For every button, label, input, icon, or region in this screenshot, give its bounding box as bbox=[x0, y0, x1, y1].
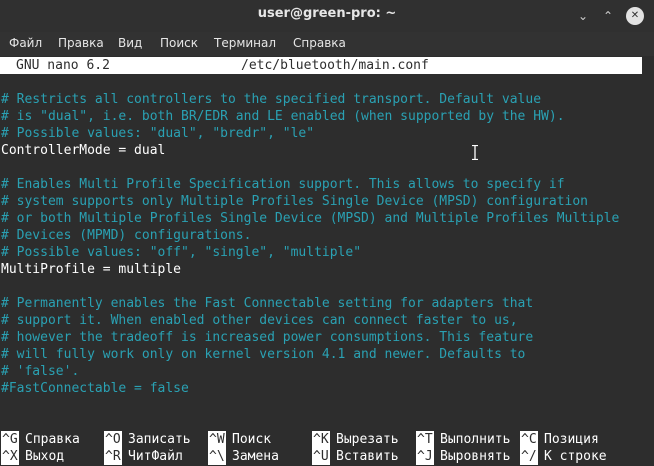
comment-line: # Possible values: "dual", "bredr", "le" bbox=[1, 126, 315, 141]
shortcut-label: К строке bbox=[544, 449, 607, 464]
shortcut-key: ^O bbox=[104, 431, 122, 448]
setting-line: MultiProfile = multiple bbox=[1, 262, 182, 277]
comment-line: # system supports only Multiple Profiles… bbox=[1, 194, 588, 209]
comment-line: # Possible values: "off", "single", "mul… bbox=[1, 245, 362, 260]
menu-terminal[interactable]: Терминал bbox=[214, 36, 276, 50]
comment-line: # Permanently enables the Fast Connectab… bbox=[1, 296, 534, 311]
menu-bar: Файл Правка Вид Поиск Терминал Справка bbox=[0, 32, 654, 56]
comment-line: # Restricts all controllers to the speci… bbox=[1, 92, 542, 107]
shortcut-label: Позиция bbox=[544, 432, 599, 447]
menu-help[interactable]: Справка bbox=[293, 36, 346, 50]
close-icon[interactable]: ✕ bbox=[626, 7, 644, 25]
menu-search[interactable]: Поиск bbox=[160, 36, 198, 50]
shortcut-label: Выход bbox=[25, 449, 65, 464]
terminal-window: user@green-pro: ~ ⌄ ⌃ ✕ Файл Правка Вид … bbox=[0, 0, 654, 466]
menu-view[interactable]: Вид bbox=[118, 36, 142, 50]
menu-file[interactable]: Файл bbox=[9, 36, 42, 50]
shortcut-key: ^X bbox=[1, 448, 19, 465]
scrollbar[interactable] bbox=[649, 56, 654, 466]
shortcut-key: ^K bbox=[312, 431, 330, 448]
shortcut-key: ^\ bbox=[208, 448, 226, 465]
comment-line: # support it. When enabled other devices… bbox=[1, 313, 518, 328]
shortcut-key: ^U bbox=[312, 448, 330, 465]
terminal-area[interactable]: GNU nano 6.2 /etc/bluetooth/main.conf # … bbox=[0, 56, 654, 466]
menu-edit[interactable]: Правка bbox=[58, 36, 104, 50]
shortcut-key: ^T bbox=[416, 431, 434, 448]
shortcut-key: ^W bbox=[208, 431, 226, 448]
comment-line: # Enables Multi Profile Specification su… bbox=[1, 177, 565, 192]
shortcut-key: ^G bbox=[1, 431, 19, 448]
shortcut-label: Поиск bbox=[232, 432, 272, 447]
shortcut-label: Выполнить bbox=[440, 432, 511, 447]
comment-line: # will fully work only on kernel version… bbox=[1, 347, 526, 362]
shortcut-label: Вставить bbox=[336, 449, 399, 464]
comment-line: # 'false'. bbox=[1, 364, 80, 379]
nano-version: GNU nano 6.2 bbox=[16, 58, 110, 73]
shortcut-label: Записать bbox=[128, 432, 191, 447]
comment-line: # Devices (MPMD) configurations. bbox=[1, 228, 252, 243]
shortcut-label: Справка bbox=[25, 432, 80, 447]
shortcut-label: Вырезать bbox=[336, 432, 399, 447]
nano-header-bar: GNU nano 6.2 /etc/bluetooth/main.conf bbox=[0, 57, 642, 74]
shortcut-key: ^R bbox=[104, 448, 122, 465]
comment-line: # however the tradeoff is increased powe… bbox=[1, 330, 534, 345]
comment-line: #FastConnectable = false bbox=[1, 381, 189, 396]
shortcut-label: Выровнять bbox=[440, 449, 511, 464]
title-bar[interactable]: user@green-pro: ~ ⌄ ⌃ ✕ bbox=[0, 0, 654, 32]
shortcut-key: ^J bbox=[416, 448, 434, 465]
nano-filename: /etc/bluetooth/main.conf bbox=[241, 58, 429, 73]
maximize-icon[interactable]: ⌃ bbox=[597, 5, 619, 27]
shortcut-label: Замена bbox=[232, 449, 279, 464]
shortcut-key: ^/ bbox=[520, 448, 538, 465]
window-title: user@green-pro: ~ bbox=[257, 6, 397, 21]
comment-line: # is "dual", i.e. both BR/EDR and LE ena… bbox=[1, 109, 565, 124]
text-cursor-icon bbox=[472, 145, 478, 160]
shortcut-label: ЧитФайл bbox=[128, 449, 183, 464]
setting-line: ControllerMode = dual bbox=[1, 143, 166, 158]
shortcut-key: ^C bbox=[520, 431, 538, 448]
comment-line: # or both Multiple Profiles Single Devic… bbox=[1, 211, 620, 226]
minimize-icon[interactable]: ⌄ bbox=[572, 5, 594, 27]
